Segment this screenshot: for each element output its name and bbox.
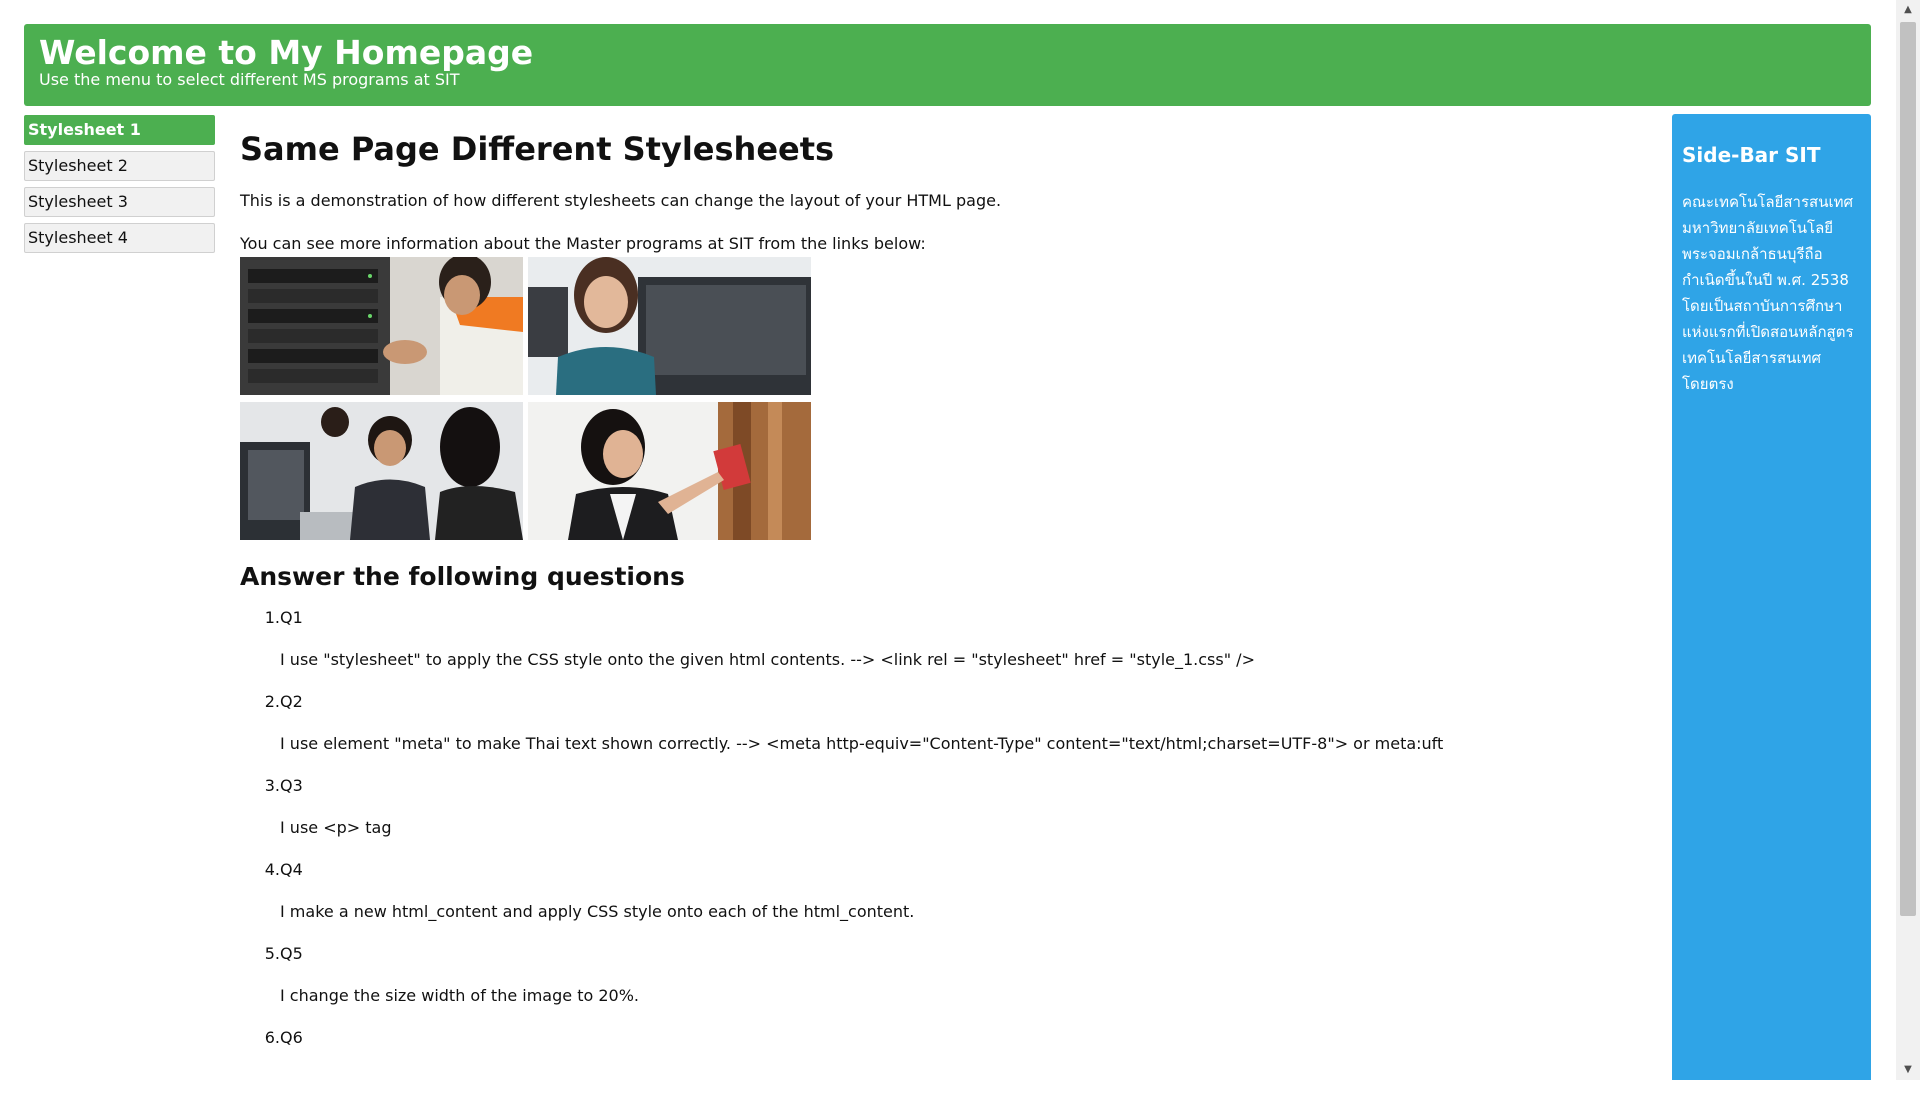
photo-students-computer-lab-icon[interactable] [240,402,523,540]
menu-item-stylesheet-1[interactable]: Stylesheet 1 [24,115,215,145]
question-number: 3. [264,776,280,795]
stylesheet-menu: Stylesheet 1 Stylesheet 2 Stylesheet 3 S… [24,115,215,259]
question-answer: I use element "meta" to make Thai text s… [280,734,1444,753]
page-subtitle: Use the menu to select different MS prog… [39,70,460,89]
question-number: 1. [264,608,280,627]
photo-woman-bookshelf-icon[interactable] [528,402,811,540]
question-answer: I use <p> tag [280,818,392,837]
question-title: Q6 [280,1028,303,1047]
links-paragraph: You can see more information about the M… [240,234,926,253]
question-title: Q5 [280,944,303,963]
question-number: 4. [264,860,280,879]
list-item: 1. Q1 I use "stylesheet" to apply the CS… [240,608,1540,692]
question-title: Q3 [280,776,303,795]
question-answer: I make a new html_content and apply CSS … [280,902,915,921]
question-title: Q4 [280,860,303,879]
page-title: Welcome to My Homepage [39,33,534,72]
list-item: 2. Q2 I use element "meta" to make Thai … [240,692,1540,776]
vertical-scrollbar[interactable]: ▲ ▼ [1896,0,1920,1080]
question-title: Q2 [280,692,303,711]
sidebar-title: Side-Bar SIT [1682,143,1821,167]
question-answer: I use "stylesheet" to apply the CSS styl… [280,650,1255,669]
sidebar-text: คณะเทคโนโลยีสารสนเทศ มหาวิทยาลัยเทคโนโลย… [1682,193,1854,393]
side-bar: Side-Bar SIT คณะเทคโนโลยีสารสนเทศ มหาวิท… [1672,114,1871,1080]
list-item: 3. Q3 I use <p> tag [240,776,1540,860]
photo-server-technician-icon[interactable] [240,257,523,395]
intro-paragraph: This is a demonstration of how different… [240,191,1002,210]
question-number: 2. [264,692,280,711]
photo-woman-computer-icon[interactable] [528,257,811,395]
image-gallery [240,257,840,557]
menu-item-stylesheet-3[interactable]: Stylesheet 3 [24,187,215,217]
question-title: Q1 [280,608,303,627]
question-answer: I change the size width of the image to … [280,986,639,1005]
scroll-up-icon[interactable]: ▲ [1902,4,1914,15]
list-item: 4. Q4 I make a new html_content and appl… [240,860,1540,944]
main-content: Same Page Different Stylesheets This is … [240,130,1640,1047]
question-number: 5. [264,944,280,963]
questions-list: 1. Q1 I use "stylesheet" to apply the CS… [240,608,1540,1112]
question-number: 6. [264,1028,280,1047]
list-item: 6. Q6 [240,1028,1540,1112]
menu-item-stylesheet-4[interactable]: Stylesheet 4 [24,223,215,253]
menu-item-stylesheet-2[interactable]: Stylesheet 2 [24,151,215,181]
list-item: 5. Q5 I change the size width of the ima… [240,944,1540,1028]
page-header: Welcome to My Homepage Use the menu to s… [24,24,1871,106]
questions-heading: Answer the following questions [240,562,685,591]
content-title: Same Page Different Stylesheets [240,130,835,168]
scrollbar-thumb[interactable] [1900,22,1916,916]
scroll-down-icon[interactable]: ▼ [1902,1064,1914,1075]
